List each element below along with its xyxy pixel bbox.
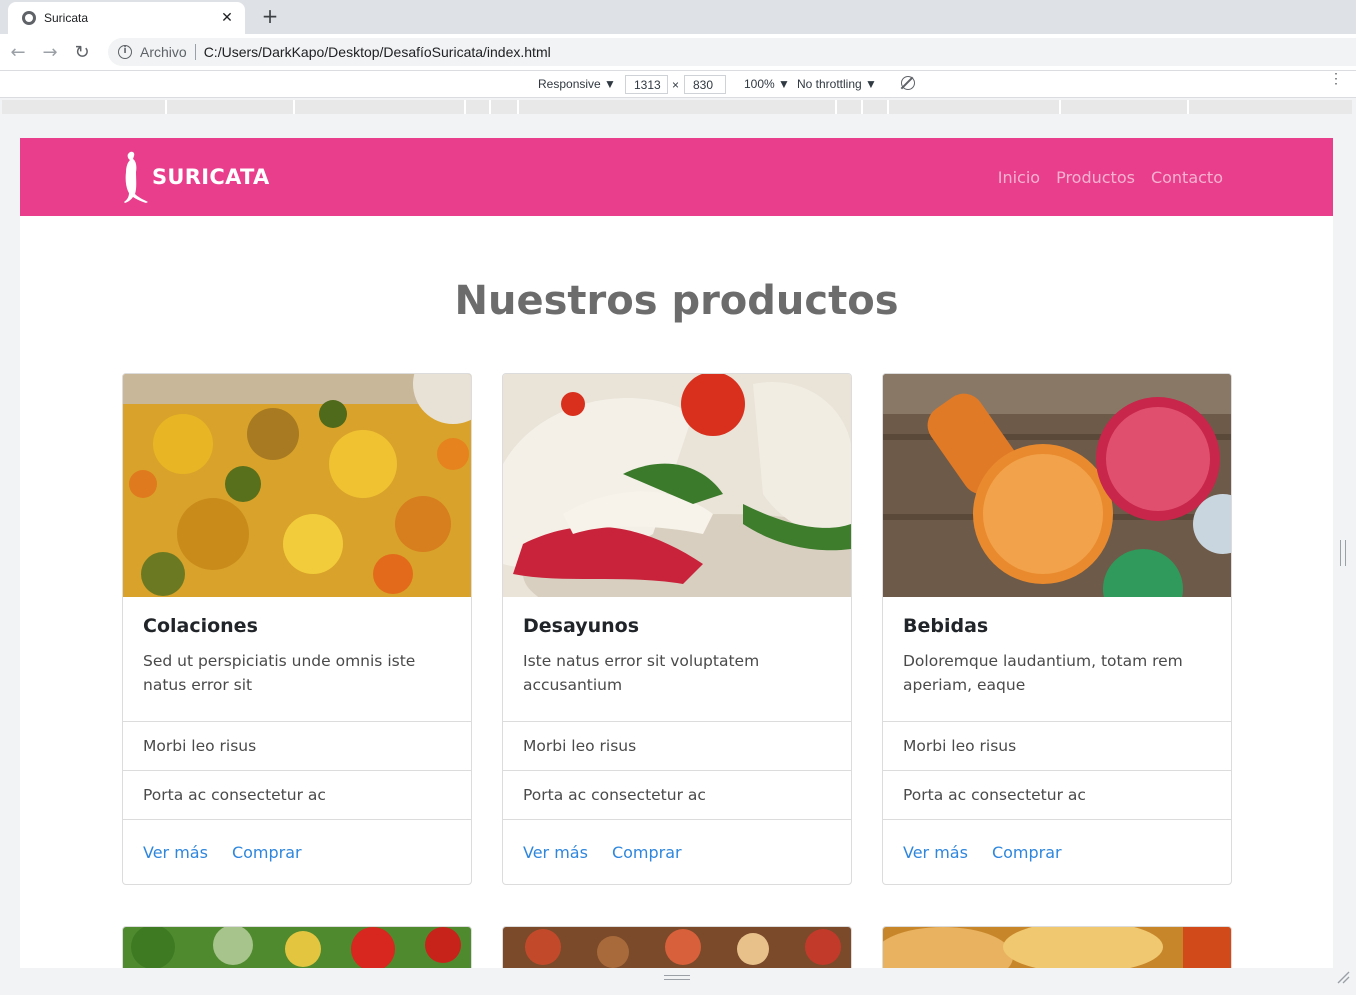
close-icon[interactable]: ✕ — [219, 10, 235, 26]
ver-mas-link[interactable]: Ver más — [523, 843, 588, 862]
card-links: Ver más Comprar — [123, 820, 471, 884]
product-card: Colaciones Sed ut perspiciatis unde omni… — [122, 373, 472, 885]
card-body: Desayunos Iste natus error sit voluptate… — [503, 597, 851, 722]
list-item: Porta ac consectetur ac — [503, 771, 851, 820]
card-body: Colaciones Sed ut perspiciatis unde omni… — [123, 597, 471, 722]
sandwich-image — [503, 374, 851, 597]
card-body: Bebidas Doloremque laudantium, totam rem… — [883, 597, 1231, 722]
drinks-image — [883, 374, 1231, 597]
card-links: Ver más Comprar — [883, 820, 1231, 884]
reload-icon[interactable]: ↻ — [68, 38, 96, 66]
address-bar[interactable]: i Archivo C:/Users/DarkKapo/Desktop/Desa… — [108, 38, 1356, 66]
list-item: Porta ac consectetur ac — [123, 771, 471, 820]
card-title: Bebidas — [903, 615, 989, 637]
scheme-label: Archivo — [140, 44, 187, 60]
brand-name: SURICATA — [152, 165, 270, 189]
meerkat-icon — [124, 151, 148, 203]
list-item: Morbi leo risus — [883, 722, 1231, 771]
browser-tab[interactable]: Suricata ✕ — [8, 2, 245, 34]
site-navbar: SURICATA Inicio Productos Contacto — [20, 138, 1333, 216]
vegetables-image — [122, 926, 472, 968]
more-icon[interactable]: ⋮ — [1329, 71, 1343, 85]
nav-link-productos[interactable]: Productos — [1056, 168, 1135, 187]
resize-handle-bottom[interactable] — [664, 975, 690, 980]
card-text: Sed ut perspiciatis unde omnis iste natu… — [143, 652, 416, 694]
tab-title: Suricata — [44, 11, 89, 25]
ver-mas-link[interactable]: Ver más — [143, 843, 208, 862]
nav-link-inicio[interactable]: Inicio — [998, 168, 1040, 187]
page-title: Nuestros productos — [454, 278, 899, 324]
media-query-bar[interactable] — [2, 100, 1352, 114]
rotate-icon[interactable] — [901, 76, 915, 90]
divider — [194, 44, 196, 60]
list-item: Morbi leo risus — [503, 722, 851, 771]
list-item: Morbi leo risus — [123, 722, 471, 771]
nav-links: Inicio Productos Contacto — [998, 168, 1223, 187]
device-toolbar: Responsive ▼ 1313 × 830 100% ▼ No thrott… — [0, 70, 1356, 98]
card-text: Iste natus error sit voluptatem accusant… — [523, 652, 760, 694]
resize-handle-right[interactable] — [1340, 540, 1346, 566]
ver-mas-link[interactable]: Ver más — [903, 843, 968, 862]
list-item: Porta ac consectetur ac — [883, 771, 1231, 820]
url-text[interactable]: C:/Users/DarkKapo/Desktop/DesafíoSuricat… — [204, 44, 551, 60]
globe-icon — [22, 11, 36, 25]
card-title: Desayunos — [523, 615, 640, 637]
nav-link-contacto[interactable]: Contacto — [1151, 168, 1223, 187]
site-logo[interactable]: SURICATA — [120, 150, 270, 204]
bread-image — [882, 926, 1232, 968]
width-input[interactable]: 1313 — [625, 75, 668, 94]
zoom-select[interactable]: 100% ▼ — [744, 77, 790, 91]
card-links: Ver más Comprar — [503, 820, 851, 884]
page-viewport: SURICATA Inicio Productos Contacto Nuest… — [20, 138, 1333, 968]
resize-corner-icon[interactable] — [1336, 970, 1350, 984]
browser-toolbar: ← → ↻ i Archivo C:/Users/DarkKapo/Deskto… — [0, 34, 1356, 70]
product-card: Desayunos Iste natus error sit voluptate… — [502, 373, 852, 885]
new-tab-button[interactable]: + — [258, 5, 282, 29]
height-input[interactable]: 830 — [684, 75, 726, 94]
mixed-vegetable-dish-image — [123, 374, 471, 597]
times-label: × — [672, 78, 680, 92]
comprar-link[interactable]: Comprar — [612, 843, 682, 862]
comprar-link[interactable]: Comprar — [232, 843, 302, 862]
tab-strip: Suricata ✕ + — [0, 0, 1356, 34]
card-title: Colaciones — [143, 615, 258, 637]
forward-icon[interactable]: → — [36, 38, 64, 66]
market-image — [502, 926, 852, 968]
comprar-link[interactable]: Comprar — [992, 843, 1062, 862]
product-card: Bebidas Doloremque laudantium, totam rem… — [882, 373, 1232, 885]
throttling-select[interactable]: No throttling ▼ — [797, 77, 877, 91]
card-text: Doloremque laudantium, totam rem aperiam… — [903, 652, 1183, 694]
back-icon[interactable]: ← — [4, 38, 32, 66]
device-select[interactable]: Responsive ▼ — [538, 77, 616, 91]
info-icon[interactable]: i — [118, 45, 132, 59]
